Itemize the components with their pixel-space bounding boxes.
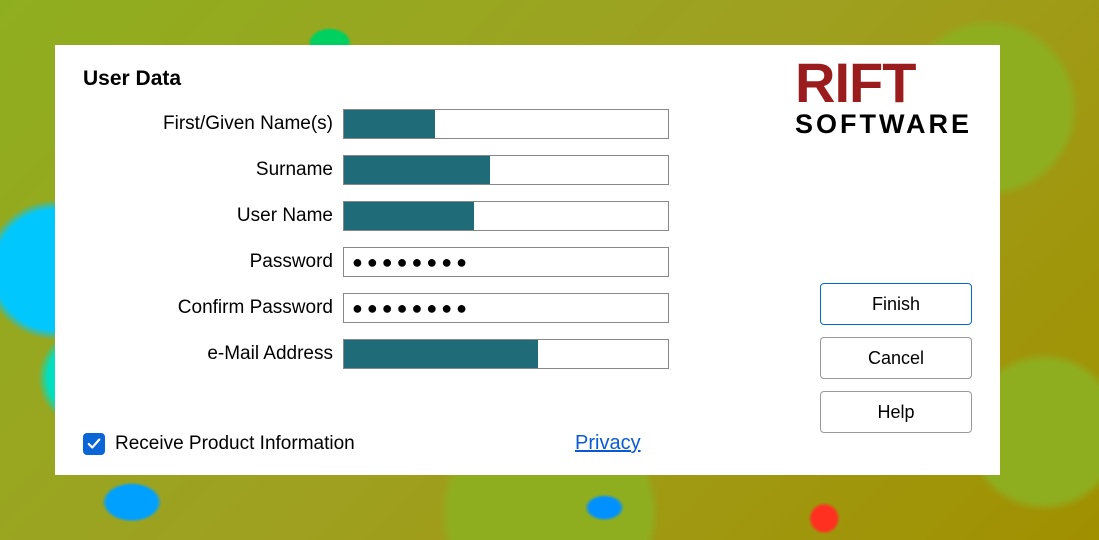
- logo-software: SOFTWARE: [795, 109, 972, 140]
- input-surname[interactable]: [343, 155, 669, 185]
- logo-rift: RIFT: [795, 57, 972, 109]
- user-data-panel: User Data RIFT SOFTWARE First/Given Name…: [55, 45, 1000, 475]
- label-user-name: User Name: [83, 205, 343, 227]
- input-email[interactable]: [343, 339, 669, 369]
- label-email: e-Mail Address: [83, 343, 343, 365]
- receive-info-checkbox[interactable]: [83, 433, 105, 455]
- row-password: Password ●●●●●●●●: [83, 247, 972, 277]
- help-button[interactable]: Help: [820, 391, 972, 433]
- receive-info-label: Receive Product Information: [115, 433, 355, 455]
- receive-info-row: Receive Product Information: [83, 433, 355, 455]
- privacy-link[interactable]: Privacy: [575, 432, 641, 455]
- email-redaction: [344, 340, 538, 368]
- user-name-redaction: [344, 202, 474, 230]
- surname-redaction: [344, 156, 490, 184]
- rift-software-logo: RIFT SOFTWARE: [795, 57, 972, 140]
- button-stack: Finish Cancel Help: [820, 283, 972, 433]
- input-confirm-password[interactable]: ●●●●●●●●: [343, 293, 669, 323]
- input-user-name[interactable]: [343, 201, 669, 231]
- check-icon: [87, 437, 101, 451]
- row-user-name: User Name: [83, 201, 972, 231]
- label-first-name: First/Given Name(s): [83, 113, 343, 135]
- row-surname: Surname: [83, 155, 972, 185]
- finish-button[interactable]: Finish: [820, 283, 972, 325]
- label-confirm-password: Confirm Password: [83, 297, 343, 319]
- first-name-redaction: [344, 110, 435, 138]
- label-surname: Surname: [83, 159, 343, 181]
- input-first-name[interactable]: [343, 109, 669, 139]
- cancel-button[interactable]: Cancel: [820, 337, 972, 379]
- input-password[interactable]: ●●●●●●●●: [343, 247, 669, 277]
- label-password: Password: [83, 251, 343, 273]
